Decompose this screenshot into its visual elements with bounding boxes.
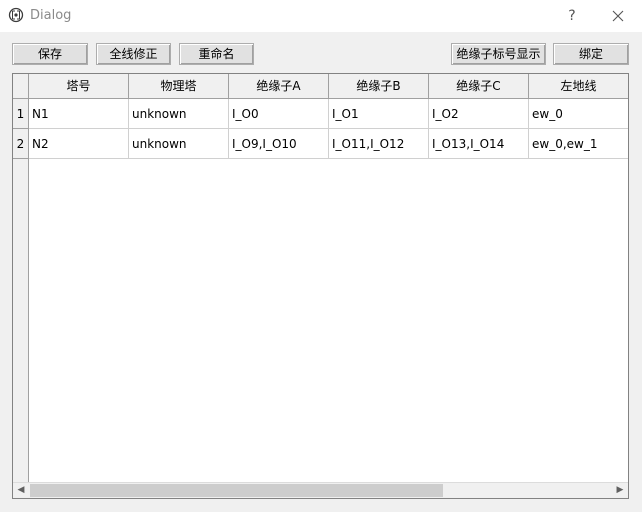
column-header-tower-number[interactable]: 塔号: [29, 74, 129, 99]
column-header-insulator-b[interactable]: 绝缘子B: [329, 74, 429, 99]
scroll-right-arrow-icon[interactable]: ▶: [612, 483, 628, 498]
table-cell[interactable]: I_O11,I_O12: [329, 129, 429, 159]
table-cell[interactable]: ew_0,ew_1: [529, 129, 628, 159]
qt-app-icon: [8, 7, 24, 23]
row-header[interactable]: 1: [13, 99, 29, 129]
table-cell[interactable]: I_O9,I_O10: [229, 129, 329, 159]
help-button[interactable]: ?: [560, 5, 584, 27]
table-cell[interactable]: ew_0: [529, 99, 628, 129]
column-header-insulator-c[interactable]: 绝缘子C: [429, 74, 529, 99]
bind-button[interactable]: 绑定: [553, 43, 629, 65]
table-cell[interactable]: N2: [29, 129, 129, 159]
horizontal-scrollbar[interactable]: ◀ ▶: [13, 482, 628, 498]
table-cell[interactable]: I_O13,I_O14: [429, 129, 529, 159]
column-header-insulator-a[interactable]: 绝缘子A: [229, 74, 329, 99]
table-corner-button[interactable]: [13, 74, 29, 99]
table-cell[interactable]: unknown: [129, 99, 229, 129]
tower-table[interactable]: 塔号 物理塔 绝缘子A 绝缘子B 绝缘子C 左地线 1 N1 unknown I…: [12, 73, 629, 499]
rename-button[interactable]: 重命名: [179, 43, 254, 65]
close-button[interactable]: [604, 5, 632, 27]
title-bar: Dialog ?: [0, 0, 642, 32]
scroll-left-arrow-icon[interactable]: ◀: [13, 483, 29, 498]
window-title: Dialog: [30, 8, 72, 23]
table-cell[interactable]: unknown: [129, 129, 229, 159]
close-icon: [612, 10, 624, 22]
table-cell[interactable]: I_O0: [229, 99, 329, 129]
column-header-left-ground-wire[interactable]: 左地线: [529, 74, 628, 99]
scrollbar-thumb[interactable]: [30, 484, 443, 497]
table-cell[interactable]: I_O2: [429, 99, 529, 129]
full-line-fix-button[interactable]: 全线修正: [96, 43, 171, 65]
table-cell[interactable]: I_O1: [329, 99, 429, 129]
column-header-physical-tower[interactable]: 物理塔: [129, 74, 229, 99]
row-header[interactable]: 2: [13, 129, 29, 159]
table-cell[interactable]: N1: [29, 99, 129, 129]
insulator-label-display-button[interactable]: 绝缘子标号显示: [451, 43, 546, 65]
save-button[interactable]: 保存: [12, 43, 88, 65]
